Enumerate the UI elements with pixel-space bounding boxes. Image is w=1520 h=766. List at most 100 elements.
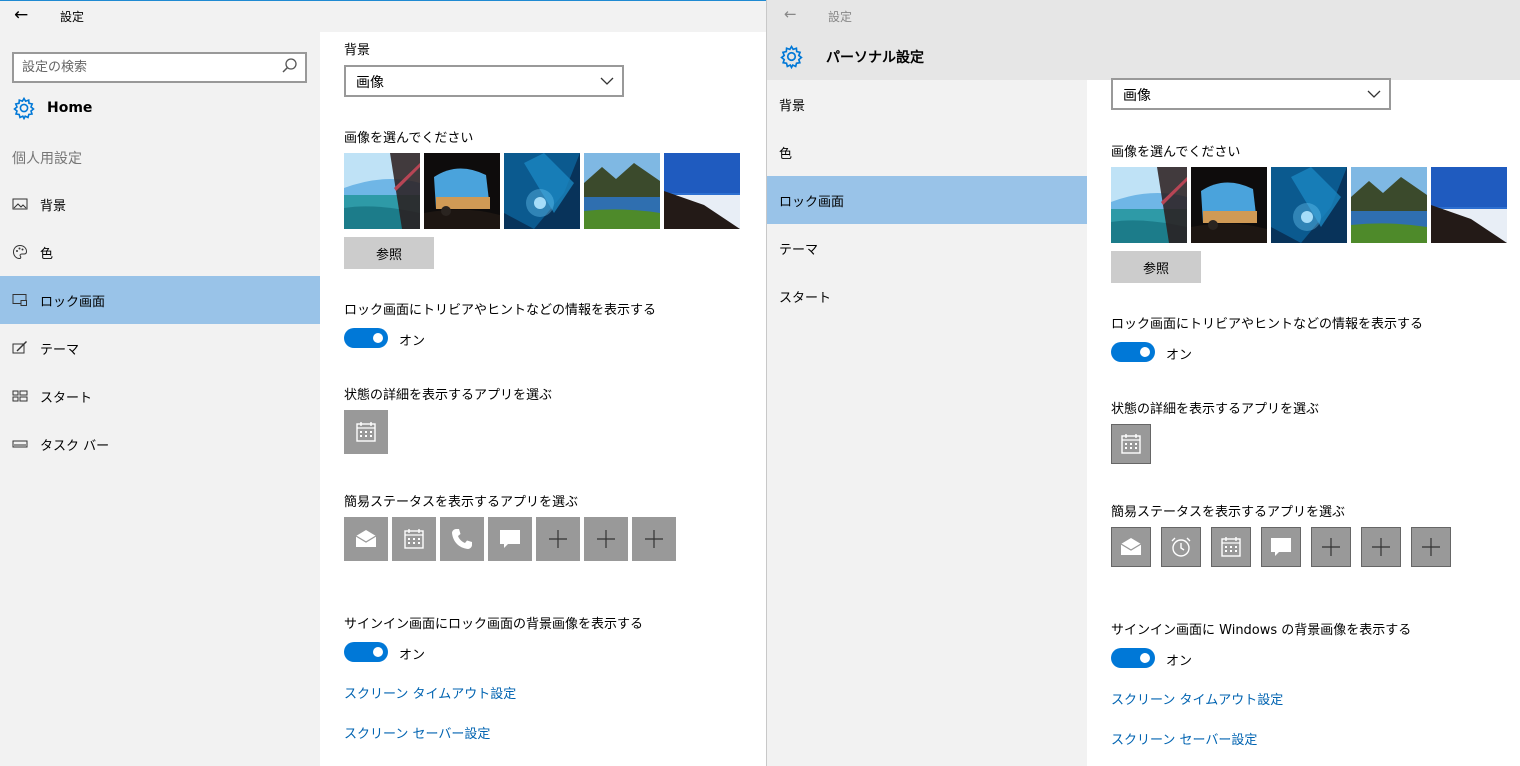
picture-thumbnail-3[interactable] — [1271, 167, 1347, 243]
background-dropdown[interactable]: 画像 — [344, 65, 624, 97]
detailed-status-app-button[interactable] — [1111, 424, 1151, 464]
start-icon — [12, 390, 28, 402]
image-icon — [12, 198, 28, 210]
trivia-toggle[interactable] — [344, 328, 388, 348]
picture-thumbnail-3[interactable] — [504, 153, 580, 229]
trivia-heading: ロック画面にトリビアやヒントなどの情報を表示する — [344, 303, 657, 318]
toggle-knob — [373, 333, 383, 343]
signin-background-heading: サインイン画面にロック画面の背景画像を表示する — [344, 617, 644, 632]
sidebar-item-background[interactable]: 背景 — [0, 180, 320, 228]
picture-thumbnail-1[interactable] — [1111, 167, 1187, 243]
sidebar-item-theme[interactable]: テーマ — [0, 324, 320, 372]
picture-thumbnail-4[interactable] — [1351, 167, 1427, 243]
quick-status-app-message[interactable] — [488, 517, 532, 561]
mail-icon — [355, 530, 377, 547]
picture-thumbnail-2[interactable] — [424, 153, 500, 229]
lock-screen-settings: 画像 画像を選んでください 参照 ロック画面にトリビアやヒントなどの情報を表示す… — [1087, 78, 1520, 766]
quick-status-app-mail[interactable] — [1111, 527, 1151, 567]
quick-status-app-alarm[interactable] — [1161, 527, 1201, 567]
sidebar-item-theme[interactable]: テーマ — [767, 224, 1087, 272]
detailed-status-app-button[interactable] — [344, 410, 388, 454]
quick-status-heading: 簡易ステータスを表示するアプリを選ぶ — [344, 495, 579, 510]
picture-thumbnail-5[interactable] — [664, 153, 740, 229]
signin-background-toggle[interactable] — [1111, 648, 1155, 668]
browse-button[interactable]: 参照 — [344, 237, 434, 269]
sidebar-item-start[interactable]: スタート — [0, 372, 320, 420]
calendar-icon — [356, 422, 376, 442]
background-heading: 背景 — [344, 43, 371, 58]
sidebar-item-label: ロック画面 — [779, 195, 845, 210]
quick-status-add-button[interactable] — [584, 517, 628, 561]
screen-timeout-link[interactable]: スクリーン タイムアウト設定 — [344, 683, 516, 702]
picture-thumbnail-1[interactable] — [344, 153, 420, 229]
chevron-down-icon — [600, 77, 614, 85]
back-arrow-icon[interactable]: ← — [784, 5, 797, 23]
sidebar-item-lock-screen[interactable]: ロック画面 — [0, 276, 320, 324]
back-arrow-icon[interactable]: ← — [14, 5, 28, 25]
sidebar: Home 個人用設定 背景 色 ロック画面 — [0, 32, 320, 766]
screen-timeout-link[interactable]: スクリーン タイムアウト設定 — [1111, 689, 1283, 708]
screen-saver-link[interactable]: スクリーン セーバー設定 — [344, 723, 490, 742]
sidebar-item-label: 色 — [779, 147, 793, 162]
calendar-icon — [404, 529, 424, 549]
plus-icon — [1372, 538, 1390, 556]
sidebar-item-taskbar[interactable]: タスク バー — [0, 420, 320, 468]
plus-icon — [1422, 538, 1440, 556]
signin-background-toggle-state: オン — [1166, 654, 1193, 669]
screen-saver-link[interactable]: スクリーン セーバー設定 — [1111, 729, 1257, 748]
toggle-knob — [373, 647, 383, 657]
sidebar-item-label: タスク バー — [40, 439, 110, 454]
picture-thumbnail-5[interactable] — [1431, 167, 1507, 243]
mail-icon — [1120, 538, 1142, 555]
quick-status-app-calendar[interactable] — [392, 517, 436, 561]
detailed-status-heading: 状態の詳細を表示するアプリを選ぶ — [344, 388, 553, 403]
browse-button[interactable]: 参照 — [1111, 251, 1201, 283]
search-icon[interactable] — [281, 57, 299, 77]
picture-thumbnail-2[interactable] — [1191, 167, 1267, 243]
sidebar-item-label: 背景 — [40, 199, 67, 214]
toggle-knob — [1140, 653, 1150, 663]
detailed-status-heading: 状態の詳細を表示するアプリを選ぶ — [1111, 402, 1320, 417]
plus-icon — [645, 530, 663, 548]
phone-icon — [452, 529, 472, 549]
gear-icon — [780, 44, 803, 69]
quick-status-app-calendar[interactable] — [1211, 527, 1251, 567]
background-dropdown[interactable]: 画像 — [1111, 78, 1391, 110]
quick-status-add-button[interactable] — [1411, 527, 1451, 567]
quick-status-add-button[interactable] — [536, 517, 580, 561]
quick-status-add-button[interactable] — [632, 517, 676, 561]
quick-status-heading: 簡易ステータスを表示するアプリを選ぶ — [1111, 505, 1346, 520]
alarm-icon — [1171, 537, 1191, 557]
plus-icon — [1322, 538, 1340, 556]
quick-status-app-mail[interactable] — [344, 517, 388, 561]
trivia-toggle[interactable] — [1111, 342, 1155, 362]
title-bar: ← 設定 — [767, 0, 1520, 32]
picture-thumbnails — [1111, 167, 1507, 243]
sidebar-item-lock-screen[interactable]: ロック画面 — [767, 176, 1087, 224]
sidebar-item-label: テーマ — [779, 243, 819, 258]
signin-background-toggle[interactable] — [344, 642, 388, 662]
chevron-down-icon — [1367, 90, 1381, 98]
picture-thumbnail-4[interactable] — [584, 153, 660, 229]
settings-window-left: ← 設定 Home 個人用設定 背景 — [0, 0, 766, 766]
gear-icon — [13, 96, 35, 120]
sidebar-item-background[interactable]: 背景 — [767, 80, 1087, 128]
sidebar-item-start[interactable]: スタート — [767, 272, 1087, 320]
picture-thumbnails — [344, 153, 740, 229]
quick-status-app-message[interactable] — [1261, 527, 1301, 567]
message-icon — [500, 530, 520, 548]
trivia-toggle-state: オン — [399, 334, 426, 349]
search-box[interactable] — [12, 52, 307, 83]
sidebar: 背景 色 ロック画面 テーマ スタート — [767, 80, 1087, 766]
section-label: 個人用設定 — [12, 151, 82, 167]
quick-status-app-phone[interactable] — [440, 517, 484, 561]
window-title: 設定 — [828, 10, 853, 24]
quick-status-add-button[interactable] — [1311, 527, 1351, 567]
choose-picture-heading: 画像を選んでください — [344, 131, 474, 146]
sidebar-item-color[interactable]: 色 — [0, 228, 320, 276]
search-input[interactable] — [22, 57, 272, 78]
sidebar-item-color[interactable]: 色 — [767, 128, 1087, 176]
toggle-knob — [1140, 347, 1150, 357]
quick-status-add-button[interactable] — [1361, 527, 1401, 567]
home-link[interactable]: Home — [12, 96, 312, 122]
